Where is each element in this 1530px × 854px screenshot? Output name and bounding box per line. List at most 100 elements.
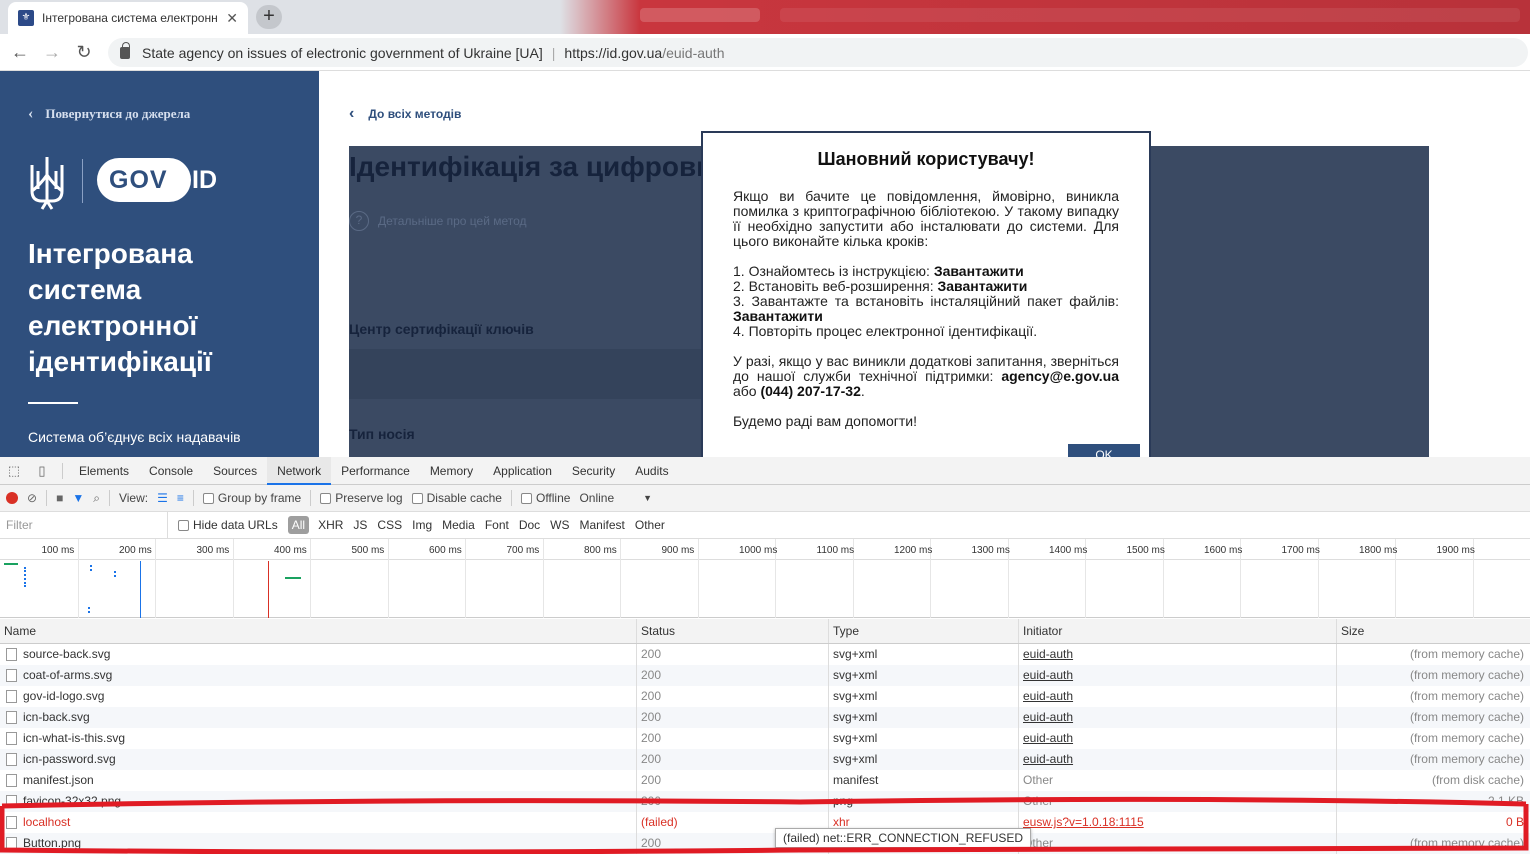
table-row[interactable]: icn-back.svg 200 svg+xml euid-auth (from mem…	[0, 707, 1530, 728]
tab-application[interactable]: Application	[483, 457, 562, 485]
tab-security[interactable]: Security	[562, 457, 625, 485]
list-view-icon[interactable]: ☰	[157, 491, 168, 505]
search-icon[interactable]: ⌕	[93, 491, 100, 506]
type-filter-img[interactable]: Img	[407, 518, 437, 532]
back-to-source-link[interactable]: ‹ Повернутися до джерела	[28, 105, 190, 123]
column-size[interactable]: Size	[1337, 619, 1530, 643]
throttling-select[interactable]: Online	[579, 491, 614, 505]
column-status[interactable]: Status	[637, 619, 829, 643]
screenshot-icon[interactable]: ■	[56, 491, 63, 505]
request-initiator[interactable]: euid-auth	[1019, 686, 1337, 707]
all-methods-link[interactable]: ‹ До всіх методів	[349, 105, 461, 123]
table-row[interactable]: source-back.svg 200 svg+xml euid-auth (from …	[0, 644, 1530, 665]
column-type[interactable]: Type	[829, 619, 1019, 643]
timeline-bar	[285, 577, 301, 579]
site-org: State agency on issues of electronic gov…	[142, 44, 543, 61]
gov-logo: GOV	[97, 158, 191, 202]
browser-tab[interactable]: ⚜ Інтегрована система електронн ✕	[8, 2, 248, 34]
request-name[interactable]: localhost	[0, 812, 637, 833]
filter-icon[interactable]: ▼	[72, 491, 84, 505]
request-initiator[interactable]: euid-auth	[1019, 707, 1337, 728]
group-by-frame-checkbox[interactable]: Group by frame	[202, 491, 301, 505]
table-row[interactable]: favicon-32x32.png 200 png Other 2.1 KB	[0, 791, 1530, 812]
table-row[interactable]: localhost (failed) xhr eusw.js?v=1.0.18:111…	[0, 812, 1530, 833]
chevron-down-icon[interactable]: ▼	[643, 493, 652, 503]
column-name[interactable]: Name	[0, 619, 637, 643]
request-initiator[interactable]: euid-auth	[1019, 644, 1337, 665]
type-filter-font[interactable]: Font	[480, 518, 514, 532]
request-name[interactable]: coat-of-arms.svg	[0, 665, 637, 686]
type-filter-js[interactable]: JS	[348, 518, 372, 532]
waterfall-view-icon[interactable]: ≡	[177, 491, 184, 505]
tab-elements[interactable]: Elements	[69, 457, 139, 485]
close-tab-icon[interactable]: ✕	[226, 10, 238, 27]
support-email[interactable]: agency@e.gov.ua	[1001, 368, 1119, 384]
more-info-link[interactable]: ? Детальніше про цей метод	[349, 211, 527, 231]
record-icon[interactable]	[6, 492, 18, 504]
table-row[interactable]: icn-what-is-this.svg 200 svg+xml euid-auth (…	[0, 728, 1530, 749]
request-name[interactable]: favicon-32x32.png	[0, 791, 637, 812]
reload-icon[interactable]: ↻	[68, 42, 100, 63]
request-name[interactable]: gov-id-logo.svg	[0, 686, 637, 707]
hide-data-urls-checkbox[interactable]: Hide data URLs	[178, 518, 278, 532]
column-initiator[interactable]: Initiator	[1019, 619, 1337, 643]
timeline-tick-label: 600 ms	[429, 545, 462, 556]
tab-memory[interactable]: Memory	[420, 457, 483, 485]
request-initiator[interactable]: euid-auth	[1019, 728, 1337, 749]
ca-label: Центр сертифікації ключів	[349, 321, 534, 337]
devtools-tabs: ⬚ ▯ Elements Console Sources Network Per…	[0, 456, 1530, 485]
request-name[interactable]: source-back.svg	[0, 644, 637, 665]
tab-console[interactable]: Console	[139, 457, 203, 485]
forward-arrow-icon[interactable]: →	[36, 42, 68, 63]
tab-sources[interactable]: Sources	[203, 457, 267, 485]
ok-button[interactable]: OK	[1068, 444, 1140, 457]
type-filter-doc[interactable]: Doc	[514, 518, 545, 532]
tab-network[interactable]: Network	[267, 456, 332, 485]
download-instruction-link[interactable]: Завантажити	[934, 263, 1024, 279]
ca-select[interactable]	[349, 349, 701, 399]
type-filter-xhr[interactable]: XHR	[313, 518, 348, 532]
type-filter-css[interactable]: CSS	[372, 518, 407, 532]
timeline-tick-label: 1900 ms	[1436, 545, 1475, 556]
request-name[interactable]: manifest.json	[0, 770, 637, 791]
tab-performance[interactable]: Performance	[331, 457, 420, 485]
request-initiator: Other	[1019, 770, 1337, 791]
back-arrow-icon[interactable]: ←	[4, 42, 36, 63]
type-filter-all[interactable]: All	[287, 516, 310, 534]
download-package-link[interactable]: Завантажити	[733, 308, 823, 324]
request-name[interactable]: Button.png	[0, 833, 637, 854]
type-filter-media[interactable]: Media	[437, 518, 480, 532]
request-name[interactable]: icn-what-is-this.svg	[0, 728, 637, 749]
table-row[interactable]: Button.png 200 Other (from memory cache)	[0, 833, 1530, 854]
request-name[interactable]: icn-back.svg	[0, 707, 637, 728]
id-logo: ID	[192, 166, 217, 194]
request-type: svg+xml	[829, 686, 1019, 707]
timeline-tick-label: 1400 ms	[1049, 545, 1088, 556]
clear-icon[interactable]: ⊘	[27, 491, 37, 505]
offline-checkbox[interactable]: Offline	[520, 491, 570, 505]
request-initiator[interactable]: euid-auth	[1019, 749, 1337, 770]
table-row[interactable]: coat-of-arms.svg 200 svg+xml euid-auth (from…	[0, 665, 1530, 686]
tab-audits[interactable]: Audits	[625, 457, 678, 485]
type-filter-ws[interactable]: WS	[545, 518, 574, 532]
filter-input[interactable]: Filter	[0, 511, 168, 539]
request-name[interactable]: icn-password.svg	[0, 749, 637, 770]
disable-cache-checkbox[interactable]: Disable cache	[411, 491, 502, 505]
network-timeline[interactable]: 100 ms 200 ms 300 ms 400 ms 500 ms 600 ms 700 …	[0, 539, 1530, 618]
type-filter-other[interactable]: Other	[630, 518, 670, 532]
device-toolbar-icon[interactable]: ▯	[28, 463, 56, 479]
new-tab-button[interactable]: +	[256, 5, 282, 29]
request-size: (from memory cache)	[1409, 647, 1524, 661]
timeline-tick-label: 1200 ms	[894, 545, 933, 556]
inspect-icon[interactable]: ⬚	[0, 463, 28, 479]
table-row[interactable]: manifest.json 200 manifest Other (from disk …	[0, 770, 1530, 791]
preserve-log-checkbox[interactable]: Preserve log	[320, 491, 403, 505]
address-bar[interactable]: State agency on issues of electronic gov…	[108, 38, 1528, 67]
download-extension-link[interactable]: Завантажити	[937, 278, 1027, 294]
request-initiator[interactable]: eusw.js?v=1.0.18:1115	[1019, 812, 1337, 833]
request-initiator[interactable]: euid-auth	[1019, 665, 1337, 686]
type-filter-manifest[interactable]: Manifest	[575, 518, 630, 532]
table-row[interactable]: icn-password.svg 200 svg+xml euid-auth (from…	[0, 749, 1530, 770]
timeline-tick-label: 1100 ms	[816, 545, 855, 556]
table-row[interactable]: gov-id-logo.svg 200 svg+xml euid-auth (from …	[0, 686, 1530, 707]
